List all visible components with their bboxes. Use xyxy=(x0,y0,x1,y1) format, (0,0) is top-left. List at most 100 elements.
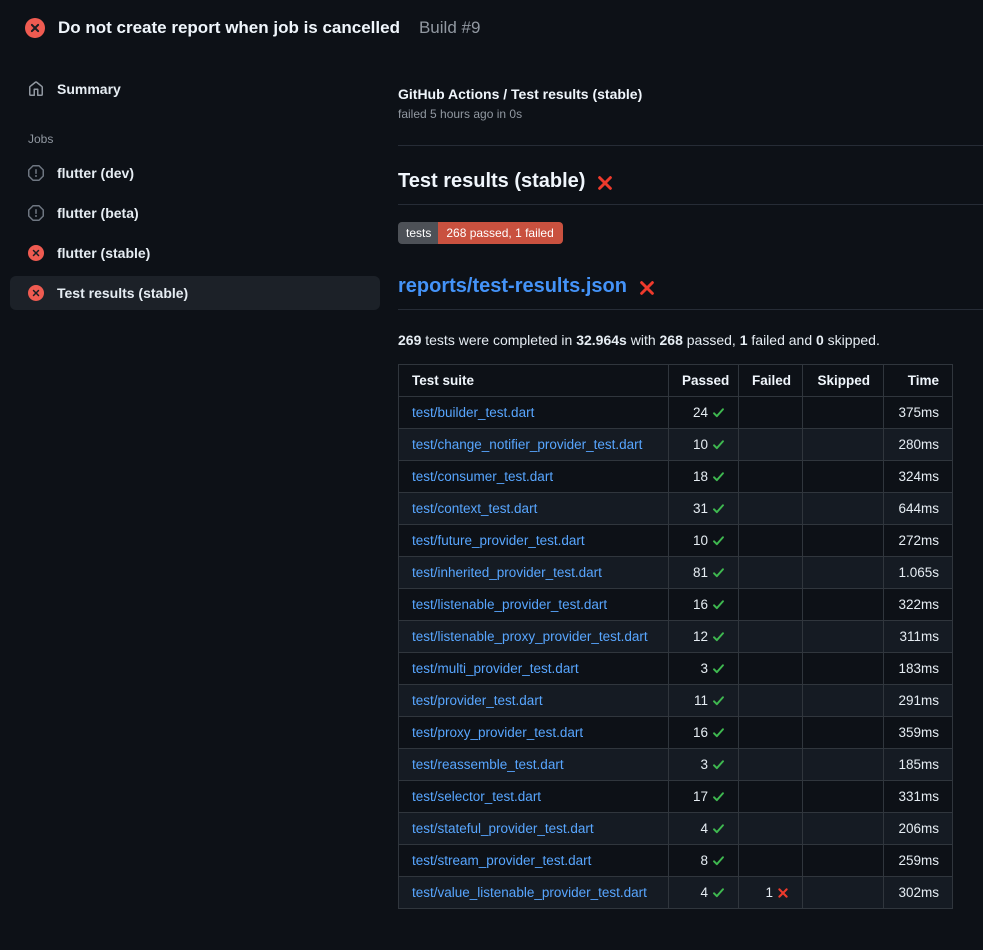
test-suite-link[interactable]: test/multi_provider_test.dart xyxy=(412,661,579,676)
check-icon xyxy=(712,726,725,739)
run-title: Do not create report when job is cancell… xyxy=(58,18,400,38)
failed-cell xyxy=(739,461,803,493)
skipped-cell xyxy=(803,813,884,845)
check-icon xyxy=(712,886,725,899)
test-suite-cell: test/future_provider_test.dart xyxy=(399,525,669,557)
table-row: test/provider_test.dart 11 291ms xyxy=(399,685,953,717)
failed-x-circle-icon xyxy=(28,285,44,301)
test-suite-cell: test/change_notifier_provider_test.dart xyxy=(399,429,669,461)
passed-count: 16 xyxy=(693,597,708,612)
failed-cell xyxy=(739,525,803,557)
test-suite-link[interactable]: test/stateful_provider_test.dart xyxy=(412,821,594,836)
summary-segment: 268 xyxy=(660,332,683,348)
failed-x-circle-icon xyxy=(28,245,44,261)
test-suite-cell: test/listenable_proxy_provider_test.dart xyxy=(399,621,669,653)
table-row: test/inherited_provider_test.dart 81 1.0… xyxy=(399,557,953,589)
sidebar-job-label: flutter (dev) xyxy=(57,165,134,181)
summary-segment: 32.964s xyxy=(576,332,627,348)
test-suite-link[interactable]: test/context_test.dart xyxy=(412,501,537,516)
results-summary-text: 269 tests were completed in 32.964s with… xyxy=(398,332,983,348)
passed-cell: 3 xyxy=(669,749,739,781)
run-header: Do not create report when job is cancell… xyxy=(0,0,983,56)
test-suite-link[interactable]: test/builder_test.dart xyxy=(412,405,534,420)
passed-cell: 18 xyxy=(669,461,739,493)
skipped-cell xyxy=(803,461,884,493)
skipped-cell xyxy=(803,557,884,589)
passed-count: 10 xyxy=(693,437,708,452)
tests-badge: tests 268 passed, 1 failed xyxy=(398,222,563,244)
check-icon xyxy=(712,438,725,451)
test-suite-link[interactable]: test/provider_test.dart xyxy=(412,693,543,708)
summary-segment: skipped. xyxy=(824,332,880,348)
sidebar-job-item[interactable]: Test results (stable) xyxy=(10,276,380,310)
test-suite-cell: test/provider_test.dart xyxy=(399,685,669,717)
table-row: test/value_listenable_provider_test.dart… xyxy=(399,877,953,909)
passed-cell: 17 xyxy=(669,781,739,813)
skipped-cell xyxy=(803,429,884,461)
sidebar-job-item[interactable]: flutter (beta) xyxy=(10,196,380,230)
check-icon xyxy=(712,534,725,547)
check-icon xyxy=(712,822,725,835)
failed-cell xyxy=(739,429,803,461)
sidebar-item-summary[interactable]: Summary xyxy=(10,72,380,106)
test-suite-cell: test/reassemble_test.dart xyxy=(399,749,669,781)
passed-cell: 16 xyxy=(669,717,739,749)
passed-cell: 24 xyxy=(669,397,739,429)
test-suite-link[interactable]: test/change_notifier_provider_test.dart xyxy=(412,437,642,452)
failed-cell xyxy=(739,397,803,429)
failed-cell xyxy=(739,781,803,813)
red-cross-mark-icon xyxy=(638,279,656,297)
table-row: test/reassemble_test.dart 3 185ms xyxy=(399,749,953,781)
jobs-list: flutter (dev) flutter (beta) flutter (st… xyxy=(0,156,390,310)
table-row: test/listenable_proxy_provider_test.dart… xyxy=(399,621,953,653)
skipped-cell xyxy=(803,781,884,813)
section-heading: Test results (stable) xyxy=(398,170,983,205)
check-icon xyxy=(712,566,725,579)
sidebar-job-item[interactable]: flutter (stable) xyxy=(10,236,380,270)
table-row: test/context_test.dart 31 644ms xyxy=(399,493,953,525)
sidebar-job-label: Test results (stable) xyxy=(57,285,188,301)
test-suite-cell: test/stateful_provider_test.dart xyxy=(399,813,669,845)
jobs-section-label: Jobs xyxy=(28,132,390,146)
test-suite-link[interactable]: test/consumer_test.dart xyxy=(412,469,553,484)
skipped-cell xyxy=(803,653,884,685)
test-suite-link[interactable]: test/listenable_provider_test.dart xyxy=(412,597,607,612)
test-suite-link[interactable]: test/future_provider_test.dart xyxy=(412,533,585,548)
home-icon xyxy=(28,81,44,97)
passed-count: 8 xyxy=(700,853,708,868)
passed-cell: 11 xyxy=(669,685,739,717)
test-suite-link[interactable]: test/value_listenable_provider_test.dart xyxy=(412,885,647,900)
report-heading: reports/test-results.json xyxy=(398,275,983,310)
passed-count: 11 xyxy=(694,693,708,708)
skipped-cell xyxy=(803,525,884,557)
test-suite-link[interactable]: test/reassemble_test.dart xyxy=(412,757,564,772)
passed-cell: 81 xyxy=(669,557,739,589)
header-divider xyxy=(398,145,983,146)
time-cell: 324ms xyxy=(884,461,953,493)
table-row: test/change_notifier_provider_test.dart … xyxy=(399,429,953,461)
passed-cell: 4 xyxy=(669,813,739,845)
sidebar-job-item[interactable]: flutter (dev) xyxy=(10,156,380,190)
passed-count: 18 xyxy=(693,469,708,484)
summary-segment: failed and xyxy=(748,332,817,348)
test-suite-link[interactable]: test/inherited_provider_test.dart xyxy=(412,565,602,580)
failed-cell xyxy=(739,589,803,621)
test-suite-cell: test/value_listenable_provider_test.dart xyxy=(399,877,669,909)
failed-x-circle-icon xyxy=(25,18,45,38)
test-suite-link[interactable]: test/selector_test.dart xyxy=(412,789,541,804)
time-cell: 259ms xyxy=(884,845,953,877)
passed-cell: 12 xyxy=(669,621,739,653)
test-suite-link[interactable]: test/stream_provider_test.dart xyxy=(412,853,591,868)
test-suite-link[interactable]: test/proxy_provider_test.dart xyxy=(412,725,583,740)
passed-count: 10 xyxy=(693,533,708,548)
time-cell: 311ms xyxy=(884,621,953,653)
test-suite-cell: test/inherited_provider_test.dart xyxy=(399,557,669,589)
test-suite-cell: test/listenable_provider_test.dart xyxy=(399,589,669,621)
passed-cell: 3 xyxy=(669,653,739,685)
passed-cell: 10 xyxy=(669,429,739,461)
failed-cell xyxy=(739,653,803,685)
passed-count: 3 xyxy=(700,661,708,676)
report-file-link[interactable]: reports/test-results.json xyxy=(398,275,627,298)
skipped-cell xyxy=(803,493,884,525)
test-suite-link[interactable]: test/listenable_proxy_provider_test.dart xyxy=(412,629,648,644)
